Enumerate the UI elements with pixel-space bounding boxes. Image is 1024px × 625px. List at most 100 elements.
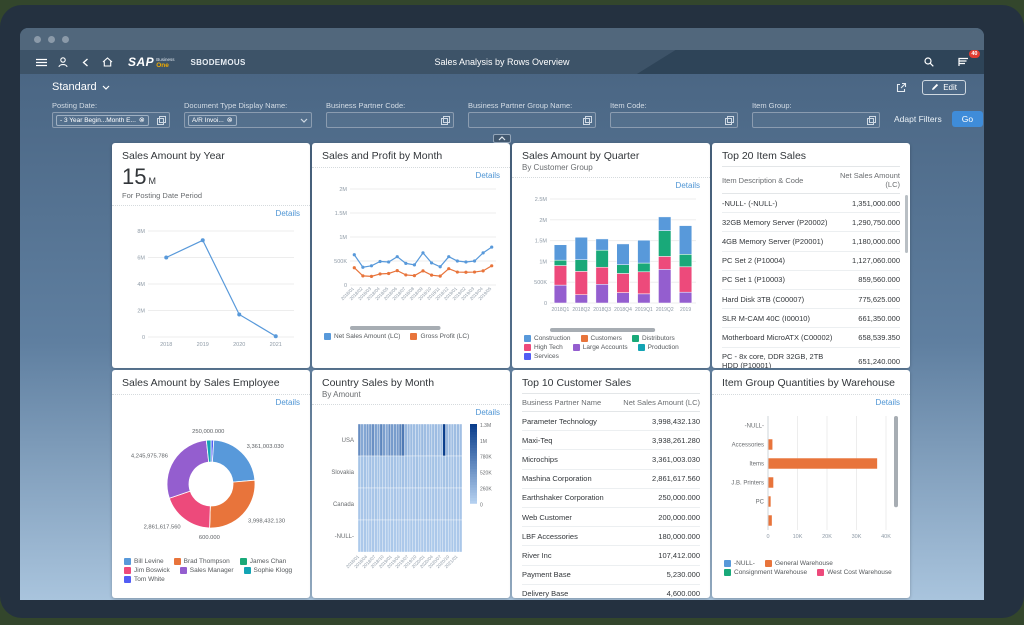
card-title: Item Group Quantities by Warehouse	[722, 377, 900, 389]
table-row[interactable]: PC Set 2 (P10004)1,127,060.000	[722, 251, 900, 270]
go-button[interactable]: Go	[952, 111, 983, 127]
table-row[interactable]: Payment Base5,230.000	[522, 565, 700, 584]
window-dot[interactable]	[62, 36, 69, 43]
table-row[interactable]: Parameter Technology3,998,432.130	[522, 412, 700, 431]
adapt-filters-link[interactable]: Adapt Filters	[894, 114, 942, 124]
svg-text:2019: 2019	[197, 342, 209, 348]
svg-text:6M: 6M	[137, 256, 145, 262]
svg-text:Accessories: Accessories	[732, 443, 764, 449]
details-link[interactable]: Details	[322, 405, 500, 418]
edit-button[interactable]: Edit	[922, 80, 966, 95]
back-icon[interactable]	[74, 54, 96, 70]
clear-token-icon[interactable]: ⊗	[227, 116, 233, 124]
cell-name: Mashina Corporation	[522, 469, 614, 488]
svg-text:2020: 2020	[233, 342, 245, 348]
svg-text:1.5M: 1.5M	[535, 239, 548, 245]
filter-input[interactable]	[610, 112, 738, 128]
filter-field: Item Group:	[752, 101, 880, 128]
table-row[interactable]: SLR M-CAM 40C (I00010)661,350.000	[722, 309, 900, 328]
table-row[interactable]: Web Customer200,000.000	[522, 507, 700, 526]
legend-label: Tom White	[134, 576, 165, 583]
filter-input[interactable]	[752, 112, 880, 128]
table-row[interactable]: LBF Accessories180,000.000	[522, 527, 700, 546]
svg-text:260K: 260K	[480, 486, 492, 492]
cell-value: 4,600.000	[614, 584, 700, 598]
menu-icon[interactable]	[30, 54, 52, 70]
table-row[interactable]: PC Set 1 (P10003)859,560.000	[722, 270, 900, 289]
details-link[interactable]: Details	[722, 395, 900, 408]
share-icon[interactable]	[890, 79, 912, 95]
svg-text:0: 0	[544, 301, 547, 307]
table-row[interactable]: Motherboard MicroATX (C00002)658,539.350	[722, 328, 900, 347]
svg-text:J.B. Printers: J.B. Printers	[731, 481, 764, 487]
legend-swatch	[573, 344, 580, 351]
table-row[interactable]: Microchips3,361,003.030	[522, 450, 700, 469]
notifications-icon[interactable]: 40	[952, 54, 974, 70]
cell-value: 2,861,617.560	[614, 469, 700, 488]
legend-label: Construction	[534, 335, 571, 342]
collapse-filter-button[interactable]	[493, 134, 511, 143]
kpi-number: 15	[122, 166, 146, 188]
table-row[interactable]: PC - 8x core, DDR 32GB, 2TB HDD (P10001)…	[722, 347, 900, 368]
home-icon[interactable]	[96, 54, 118, 70]
table-row[interactable]: Maxi-Teq3,938,261.280	[522, 431, 700, 450]
window-dot[interactable]	[48, 36, 55, 43]
table-row[interactable]: River Inc107,412.000	[522, 546, 700, 565]
table-row[interactable]: Earthshaker Corporation250,000.000	[522, 488, 700, 507]
svg-text:0: 0	[480, 502, 483, 508]
filter-label: Posting Date:	[52, 101, 170, 110]
filter-input[interactable]	[326, 112, 454, 128]
chart-scrollbar[interactable]	[350, 326, 441, 330]
employee-donut-chart: 3,361,003.0303,998,432.130600.0002,861,6…	[122, 408, 300, 556]
svg-text:1.3M: 1.3M	[480, 423, 491, 429]
search-icon[interactable]	[918, 54, 940, 70]
legend-item: Brad Thompson	[174, 558, 230, 565]
svg-text:3,361,003.030: 3,361,003.030	[247, 444, 284, 450]
legend-swatch	[524, 353, 531, 360]
chart-scrollbar[interactable]	[894, 416, 898, 507]
variant-selector[interactable]: Standard	[52, 81, 110, 93]
svg-text:250,000.000: 250,000.000	[192, 429, 224, 435]
legend-label: Consignment Warehouse	[734, 569, 807, 576]
legend-item: Sophie Klogg	[244, 567, 293, 574]
clear-token-icon[interactable]: ⊗	[139, 116, 145, 124]
chart-scrollbar[interactable]	[550, 328, 655, 332]
window-dot[interactable]	[34, 36, 41, 43]
details-link[interactable]: Details	[322, 168, 500, 181]
details-link[interactable]: Details	[122, 395, 300, 408]
edit-button-label: Edit	[943, 83, 957, 92]
filter-input[interactable]: A/R Invoi...⊗	[184, 112, 312, 128]
legend-item: Sales Manager	[180, 567, 234, 574]
svg-text:-NULL-: -NULL-	[745, 424, 764, 430]
table-row[interactable]: 4GB Memory Server (P20001)1,180,000.000	[722, 232, 900, 251]
svg-text:2.5M: 2.5M	[535, 197, 548, 203]
details-link[interactable]: Details	[522, 178, 700, 191]
svg-text:Slovakia: Slovakia	[331, 470, 354, 476]
svg-text:20K: 20K	[822, 534, 832, 540]
table-row[interactable]: 32GB Memory Server (P20002)1,290,750.000	[722, 213, 900, 232]
cell-name: Parameter Technology	[522, 412, 614, 431]
card-sales-amount-by-year: Sales Amount by Year 15 M For Posting Da…	[112, 143, 310, 368]
kpi-unit: M	[148, 176, 156, 186]
table-scrollbar[interactable]	[905, 195, 908, 253]
top10-table: Business Partner Name Net Sales Amount (…	[522, 393, 700, 598]
card-title: Sales Amount by Year	[122, 150, 300, 162]
svg-text:PC: PC	[756, 500, 765, 506]
legend-label: Services	[534, 353, 559, 360]
details-link[interactable]: Details	[122, 206, 300, 219]
filter-input[interactable]	[468, 112, 596, 128]
legend-item: Large Accounts	[573, 344, 628, 351]
table-row[interactable]: -NULL- (-NULL-)1,351,000.000	[722, 194, 900, 213]
chart-legend: Bill LevineBrad ThompsonJames ChanJim Bo…	[122, 556, 300, 583]
svg-text:2018Q2: 2018Q2	[572, 307, 590, 313]
filter-input[interactable]: - 3 Year Begin...Month E...⊗	[52, 112, 170, 128]
table-row[interactable]: Hard Disk 3TB (C00007)775,625.000	[722, 289, 900, 308]
user-icon[interactable]	[52, 54, 74, 70]
chevron-down-icon	[102, 85, 110, 90]
svg-text:4,245,975.786: 4,245,975.786	[131, 453, 168, 459]
card-top-20-item-sales: Top 20 Item Sales Item Description & Cod…	[712, 143, 910, 368]
table-row[interactable]: Delivery Base4,600.000	[522, 584, 700, 598]
legend-swatch	[524, 335, 531, 342]
svg-text:1M: 1M	[339, 235, 347, 241]
table-row[interactable]: Mashina Corporation2,861,617.560	[522, 469, 700, 488]
